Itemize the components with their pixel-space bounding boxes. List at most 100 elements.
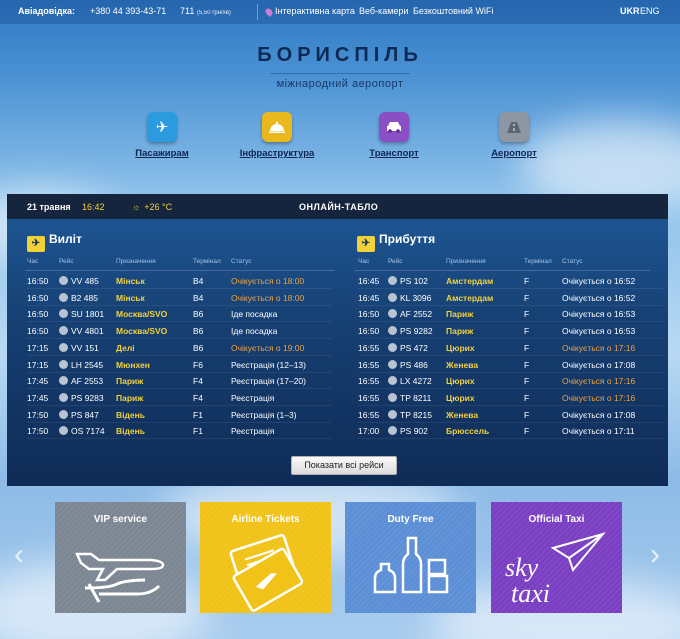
departures-row[interactable]: 17:15 LH 2545 Мюнхен F6 Реєстрація (12–13)	[27, 357, 332, 373]
flight-number: VV 4801	[59, 326, 104, 336]
departures-row[interactable]: 17:45 AF 2553 Париж F4 Реєстрація (17–20)	[27, 373, 332, 390]
flight-time: 17:15	[27, 359, 49, 370]
promo-airline-tickets[interactable]: Airline Tickets	[200, 502, 331, 613]
arrivals-row[interactable]: 16:55 TP 8211 Цюрих F Очікується о 17:16	[358, 390, 663, 406]
promo-vip-service[interactable]: VIP service	[55, 502, 186, 613]
flight-number: TP 8215	[388, 409, 432, 420]
flight-status: Іде посадка	[231, 326, 278, 337]
departures-row[interactable]: 17:50 OS 7174 Відень F1 Реєстрація	[27, 423, 332, 440]
arrivals-row[interactable]: 16:55 PS 486 Женева F Очікується о 17:08	[358, 357, 663, 373]
flight-board: 21 травня 16:42 ☼ +26 °C ОНЛАЙН-ТАБЛО ✈ Ви…	[7, 194, 668, 486]
flight-status: Очікується о 17:11	[562, 426, 635, 437]
airline-logo-icon	[59, 342, 68, 352]
flight-status: Іде посадка	[231, 309, 278, 320]
site-title: БОРИСПІЛЬ	[257, 44, 423, 66]
slider-next-arrow[interactable]: ›	[642, 536, 668, 574]
departures-row[interactable]: 17:45 PS 9283 Париж F4 Реєстрація	[27, 390, 332, 406]
departures-row[interactable]: 16:50 SU 1801 Москва/SVO B6 Іде посадка	[27, 306, 332, 323]
flight-number: OS 7174	[59, 426, 105, 436]
airline-logo-icon	[388, 426, 397, 436]
flight-terminal: B4	[193, 292, 204, 303]
board-time: 16:42	[82, 202, 105, 212]
food-cloche-icon	[262, 112, 292, 142]
title-divider	[270, 73, 410, 74]
arrivals-row[interactable]: 16:50 PS 9282 Париж F Очікується о 16:53	[358, 323, 663, 340]
promo-official-taxi[interactable]: Official Taxi sky taxi	[491, 502, 622, 613]
arrivals-row[interactable]: 16:55 PS 472 Цюрих F Очікується о 17:16	[358, 340, 663, 356]
flight-status: Очікується о 17:16	[562, 392, 636, 403]
arrivals-row[interactable]: 17:00 PS 902 Брюссель F Очікується о 17:11	[358, 423, 663, 440]
flight-status: Реєстрація (12–13)	[231, 359, 306, 370]
flight-terminal: F1	[193, 409, 203, 420]
nav-infrastructure[interactable]: Інфраструктура	[227, 112, 327, 159]
phone-number[interactable]: +380 44 393-43-71	[90, 6, 166, 16]
arrivals-col-header: Статус	[562, 258, 583, 265]
flight-time: 17:50	[27, 409, 49, 420]
flight-destination: Амстердам	[446, 292, 494, 303]
lang-ukr[interactable]: UKR	[620, 6, 640, 16]
webcams-link[interactable]: Веб-камери	[359, 6, 408, 16]
lang-eng[interactable]: ENG	[640, 6, 660, 16]
flight-time: 16:55	[358, 376, 380, 387]
departures-col-header: Термінал	[193, 258, 221, 265]
flight-terminal: F4	[193, 392, 203, 403]
flight-destination: Амстердам	[446, 276, 494, 286]
top-bar: Авіадовідка: +380 44 393-43-71 711 (5,50…	[0, 0, 680, 24]
arrivals-row[interactable]: 16:45 PS 102 Амстердам F Очікується о 16:52	[358, 273, 663, 289]
promo-duty-free[interactable]: Duty Free	[345, 502, 476, 613]
flight-terminal: F6	[193, 359, 203, 370]
flight-number: PS 102	[388, 276, 428, 286]
arrivals-col-header: Термінал	[524, 258, 552, 265]
airport-brand[interactable]: БОРИСПІЛЬ міжнародний аеропорт	[0, 44, 680, 90]
airline-logo-icon	[388, 342, 397, 352]
flight-number: LH 2545	[59, 359, 103, 370]
flight-time: 16:50	[27, 326, 49, 337]
nav-airport[interactable]: Аеропорт	[464, 112, 564, 159]
flight-terminal: F	[524, 359, 530, 370]
arrivals-col-header: Рейс	[388, 258, 403, 265]
flight-destination: Женева	[446, 409, 479, 420]
flight-status: Очікується о 17:08	[562, 359, 636, 370]
arrivals-col-header: Час	[358, 258, 370, 265]
arrivals-row[interactable]: 16:50 AF 2552 Париж F Очікується о 16:53	[358, 306, 663, 323]
departures-row[interactable]: 17:15 VV 151 Делі B6 Очікується о 19:00	[27, 340, 332, 356]
nav-passengers[interactable]: ✈ Пасажирам	[112, 112, 212, 159]
nav-transport[interactable]: Транспорт	[344, 112, 444, 159]
arrivals-row[interactable]: 16:55 LX 4272 Цюрих F Очікується о 17:16	[358, 373, 663, 390]
flight-destination: Париж	[116, 392, 144, 403]
flight-terminal: F4	[193, 376, 203, 387]
arrivals-heading: ✈ Прибуття	[357, 232, 435, 252]
interactive-map-link[interactable]: Інтерактивна карта	[264, 6, 355, 17]
logo-sky: sky	[505, 553, 539, 582]
flight-number: AF 2553	[59, 376, 103, 386]
arrivals-row[interactable]: 16:45 KL 3096 Амстердам F Очікується о 16:52	[358, 290, 663, 306]
board-date: 21 травня	[27, 202, 71, 212]
departures-col-header: Призначення	[116, 258, 156, 265]
info-label: Авіадовідка:	[18, 6, 76, 16]
flight-terminal: B6	[193, 342, 204, 353]
show-all-flights-button[interactable]: Показати всі рейси	[291, 456, 397, 475]
flight-terminal: F1	[193, 426, 203, 437]
site-subtitle: міжнародний аеропорт	[276, 78, 404, 90]
flight-terminal: F	[524, 292, 530, 303]
flight-number: B2 485	[59, 292, 98, 303]
board-header: 21 травня 16:42 ☼ +26 °C ОНЛАЙН-ТАБЛО	[7, 194, 668, 219]
flight-terminal: F	[524, 409, 530, 420]
flight-status: Очікується о 18:00	[231, 292, 305, 303]
arrivals-row[interactable]: 16:55 TP 8215 Женева F Очікується о 17:08	[358, 407, 663, 423]
wifi-link[interactable]: Безкоштовний WiFi	[413, 6, 493, 16]
flight-time: 17:45	[27, 376, 49, 387]
departures-row[interactable]: 16:50 VV 485 Мінськ B4 Очікується о 18:00	[27, 273, 332, 289]
flight-time: 16:50	[27, 292, 49, 303]
flight-time: 16:50	[27, 276, 49, 286]
flight-number: PS 486	[388, 359, 428, 370]
flight-time: 16:55	[358, 359, 380, 370]
departures-row[interactable]: 16:50 VV 4801 Москва/SVO B6 Іде посадка	[27, 323, 332, 340]
departures-row[interactable]: 16:50 B2 485 Мінськ B4 Очікується о 18:00	[27, 290, 332, 306]
flight-status: Очікується о 16:53	[562, 309, 636, 320]
departure-plane-icon: ✈	[27, 236, 45, 252]
flight-status: Очікується о 17:16	[562, 342, 636, 353]
departures-row[interactable]: 17:50 PS 847 Відень F1 Реєстрація (1–3)	[27, 407, 332, 423]
airline-logo-icon	[388, 276, 397, 285]
slider-prev-arrow[interactable]: ‹	[6, 536, 32, 574]
